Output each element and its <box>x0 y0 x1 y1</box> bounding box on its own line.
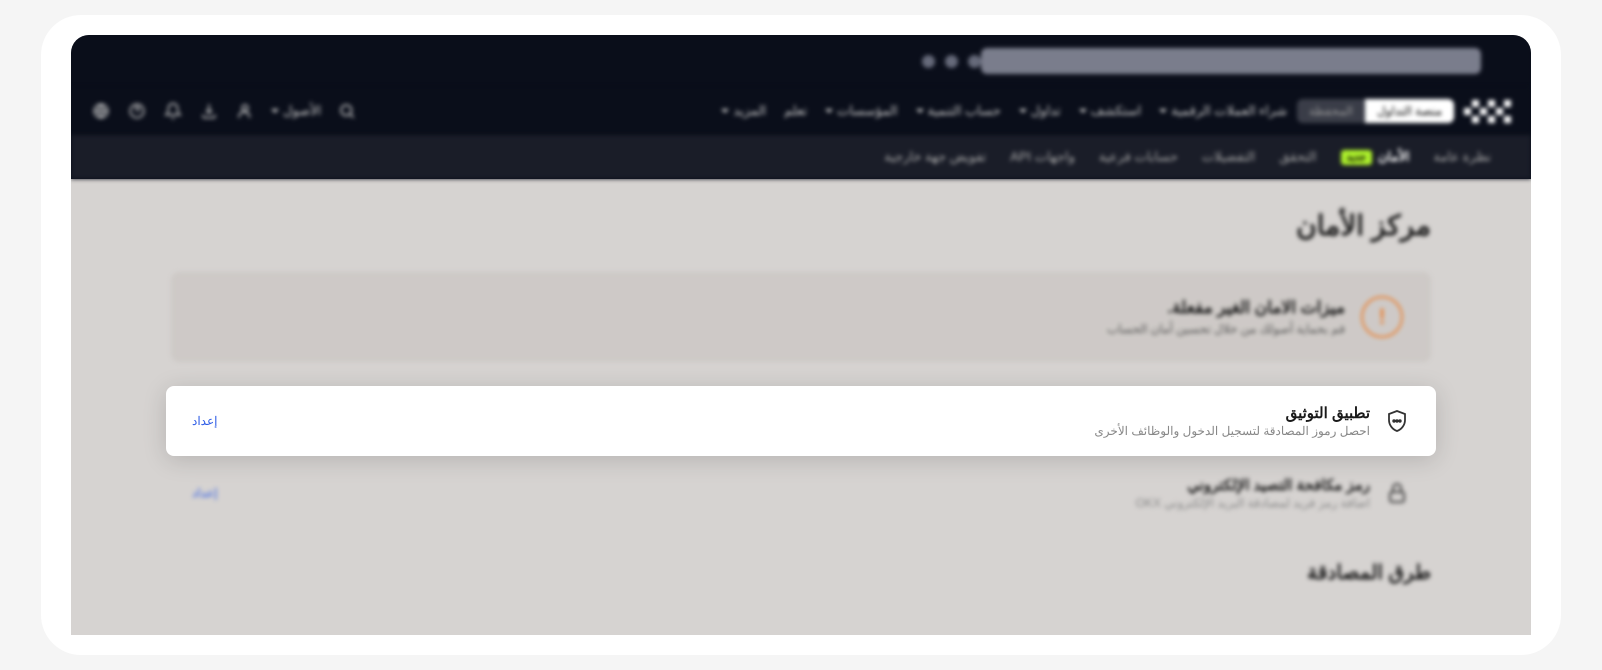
platform-tabs: منصة التداول المحفظة <box>1297 99 1454 123</box>
auth-methods-heading: طرق المصادقة <box>171 560 1431 585</box>
subnav-overview[interactable]: نظرة عامة <box>1433 149 1491 165</box>
subnav-verification[interactable]: التحقق <box>1279 149 1316 165</box>
subnav-api[interactable]: واجهات API <box>1010 149 1075 165</box>
antiphishing-title: رمز مكافحة التصيد الإلكتروني <box>217 476 1370 494</box>
nav-assets[interactable]: الأصول <box>271 103 321 119</box>
tab-wallet[interactable]: المحفظة <box>1297 99 1365 123</box>
chevron-down-icon <box>271 109 279 113</box>
authenticator-setup-link[interactable]: إعداد <box>192 414 217 428</box>
nav-institutions[interactable]: المؤسسات <box>825 103 898 119</box>
nav-icons-group: الأصول <box>91 101 357 121</box>
nav-buy-crypto[interactable]: شراء العملات الرقمية <box>1159 103 1287 119</box>
chevron-down-icon <box>825 109 833 113</box>
window-minimize-dot[interactable] <box>945 55 958 68</box>
user-icon[interactable] <box>235 101 255 121</box>
top-nav: منصة التداول المحفظة شراء العملات الرقمي… <box>71 87 1531 135</box>
help-icon[interactable] <box>127 101 147 121</box>
browser-chrome <box>71 35 1531 87</box>
chevron-down-icon <box>721 109 729 113</box>
nav-grow[interactable]: حساب التنمية <box>916 103 1001 119</box>
subnav-subaccounts[interactable]: حسابات فرعية <box>1099 149 1178 165</box>
chevron-down-icon <box>916 109 924 113</box>
new-badge: جديد <box>1341 150 1372 165</box>
main-nav-items: شراء العملات الرقمية استكشف تداول حساب ا… <box>367 103 1287 119</box>
nav-learn[interactable]: تعلم <box>784 103 807 119</box>
download-icon[interactable] <box>199 101 219 121</box>
authenticator-card: تطبيق التوثيق احصل رموز المصادقة لتسجيل … <box>166 386 1436 456</box>
secondary-nav: نظرة عامة الأمان جديد التحقق التفضيلات ح… <box>71 135 1531 179</box>
security-alert: ! ميزات الامان الغير مفعلة. قم بحماية أص… <box>171 272 1431 362</box>
warning-icon: ! <box>1361 296 1403 338</box>
subnav-security[interactable]: الأمان جديد <box>1341 149 1410 165</box>
lock-icon <box>1384 480 1410 506</box>
antiphishing-desc: اضافة رمز فريد لمصادقة البريد الإلكتروني… <box>217 496 1370 510</box>
card-body: تطبيق التوثيق احصل رموز المصادقة لتسجيل … <box>217 404 1370 438</box>
window-maximize-dot[interactable] <box>968 55 981 68</box>
card-body: رمز مكافحة التصيد الإلكتروني اضافة رمز ف… <box>217 476 1370 510</box>
search-icon[interactable] <box>337 101 357 121</box>
window-close-dot[interactable] <box>922 55 935 68</box>
content-area: مركز الأمان ! ميزات الامان الغير مفعلة. … <box>71 179 1531 635</box>
antiphishing-setup-link[interactable]: إعداد <box>192 486 217 500</box>
subnav-external[interactable]: تفويض جهة خارجية <box>884 149 986 165</box>
chevron-down-icon <box>1019 109 1027 113</box>
alert-desc: قم بحماية أصولك من خلال تحسين أمان الحسا… <box>1107 322 1345 336</box>
authenticator-title: تطبيق التوثيق <box>217 404 1370 422</box>
subnav-preferences[interactable]: التفضيلات <box>1202 149 1255 165</box>
alert-text: ميزات الامان الغير مفعلة. قم بحماية أصول… <box>1107 298 1345 336</box>
alert-title: ميزات الامان الغير مفعلة. <box>1107 298 1345 318</box>
window-controls <box>922 55 981 68</box>
authenticator-desc: احصل رموز المصادقة لتسجيل الدخول والوظائ… <box>217 424 1370 438</box>
nav-trade[interactable]: تداول <box>1019 103 1061 119</box>
globe-icon[interactable] <box>91 101 111 121</box>
nav-more[interactable]: المزيد <box>721 103 766 119</box>
outer-frame: منصة التداول المحفظة شراء العملات الرقمي… <box>41 15 1561 655</box>
chevron-down-icon <box>1079 109 1087 113</box>
subnav-security-label: الأمان <box>1378 149 1410 165</box>
tab-trading[interactable]: منصة التداول <box>1365 99 1454 123</box>
chevron-down-icon <box>1159 109 1167 113</box>
antiphishing-card: رمز مكافحة التصيد الإلكتروني اضافة رمز ف… <box>166 462 1436 524</box>
logo[interactable] <box>1464 100 1511 123</box>
shield-icon <box>1384 408 1410 434</box>
nav-explore[interactable]: استكشف <box>1079 103 1142 119</box>
bell-icon[interactable] <box>163 101 183 121</box>
page-title: مركز الأمان <box>171 209 1431 242</box>
browser-window: منصة التداول المحفظة شراء العملات الرقمي… <box>71 35 1531 635</box>
url-bar[interactable] <box>981 48 1481 74</box>
